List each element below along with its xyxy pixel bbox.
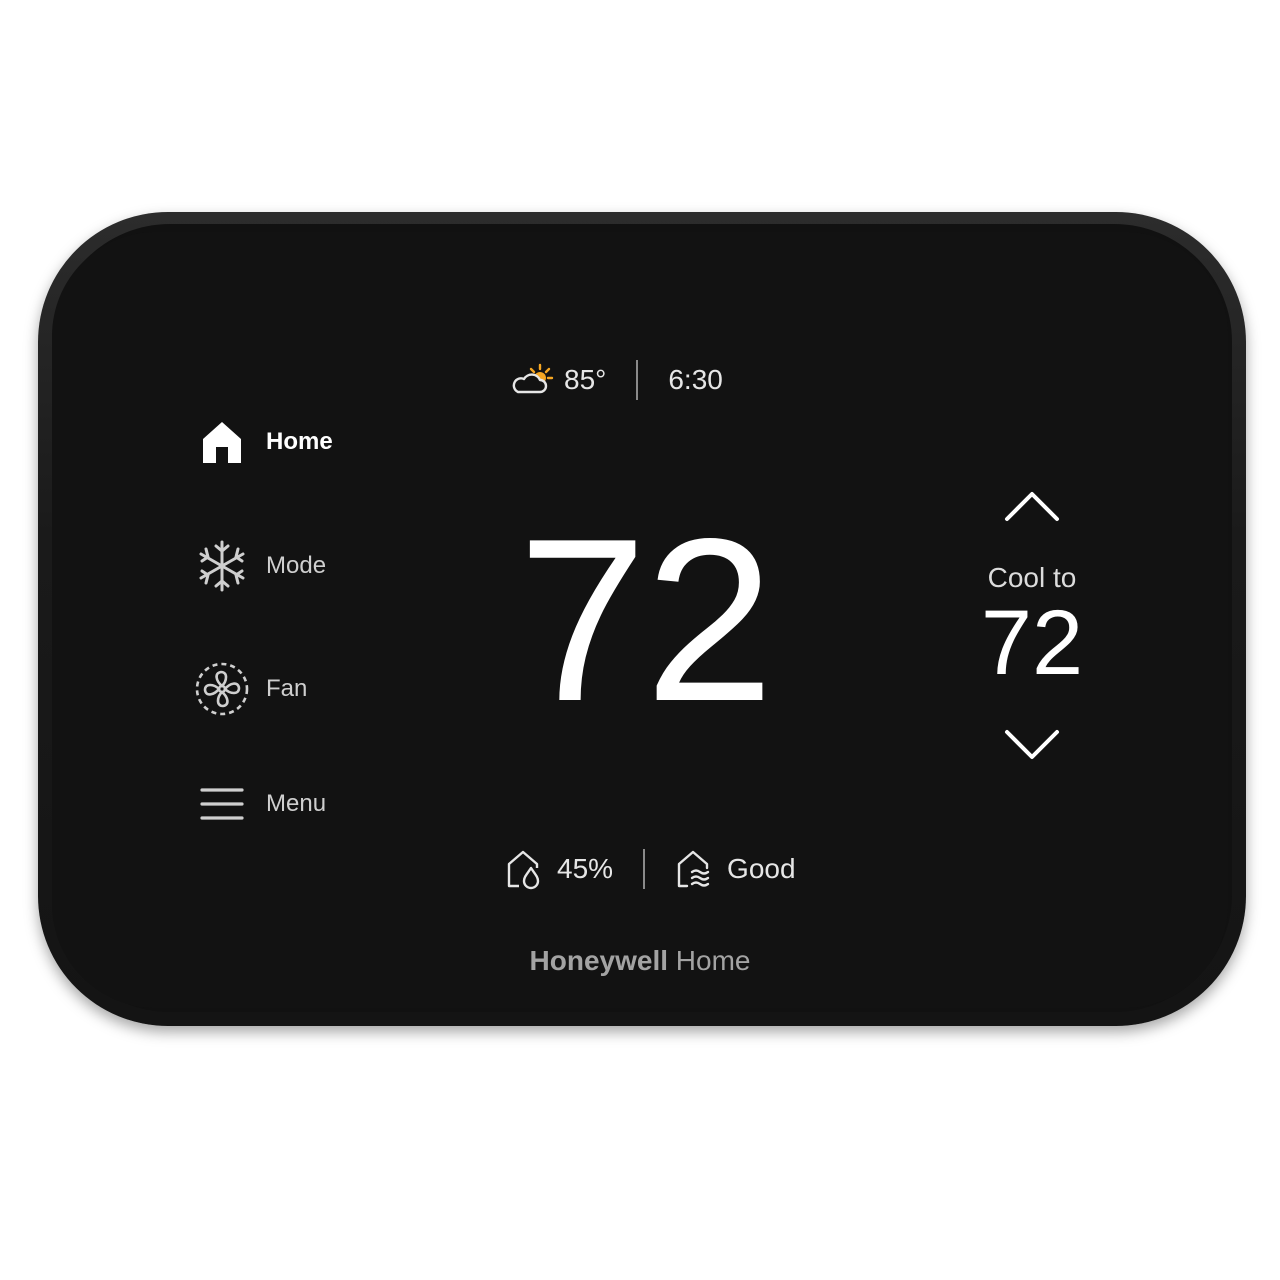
fan-icon — [192, 659, 252, 719]
nav-label-fan: Fan — [266, 675, 308, 702]
setpoint-control: Cool to 72 — [950, 480, 1114, 770]
brand-logo: Honeywell Home — [0, 945, 1280, 977]
nav-item-fan[interactable]: Fan — [192, 659, 307, 719]
status-divider — [636, 360, 639, 400]
menu-icon — [192, 774, 252, 834]
air-quality-icon — [677, 850, 710, 888]
clock-time: 6:30 — [668, 364, 723, 395]
nav-item-home[interactable]: Home — [192, 412, 333, 472]
air-quality-value: Good — [727, 853, 796, 884]
chevron-down-icon[interactable] — [1002, 725, 1062, 765]
brand-name: Honeywell — [529, 945, 668, 976]
brand-suffix: Home — [675, 945, 751, 976]
bottom-status-bar: 45% Good — [505, 845, 796, 893]
humidity-value: 45% — [557, 853, 614, 884]
setpoint-label: Cool to — [987, 562, 1077, 593]
top-status-bar: 85° 6:30 — [510, 358, 723, 402]
outdoor-temperature: 85° — [564, 364, 607, 395]
nav-item-menu[interactable]: Menu — [192, 774, 326, 834]
nav-label-menu: Menu — [266, 790, 327, 817]
status-divider-bottom — [643, 849, 646, 889]
home-icon — [192, 412, 252, 472]
setpoint-value: 72 — [980, 592, 1084, 694]
snowflake-icon — [192, 536, 252, 596]
humidity-icon — [507, 850, 540, 890]
nav-item-mode[interactable]: Mode — [192, 536, 326, 596]
current-temperature: 72 — [517, 491, 774, 750]
nav-label-home: Home — [266, 428, 333, 455]
partly-sunny-icon — [512, 363, 554, 394]
chevron-up-icon[interactable] — [1002, 486, 1062, 526]
nav-label-mode: Mode — [266, 552, 327, 579]
